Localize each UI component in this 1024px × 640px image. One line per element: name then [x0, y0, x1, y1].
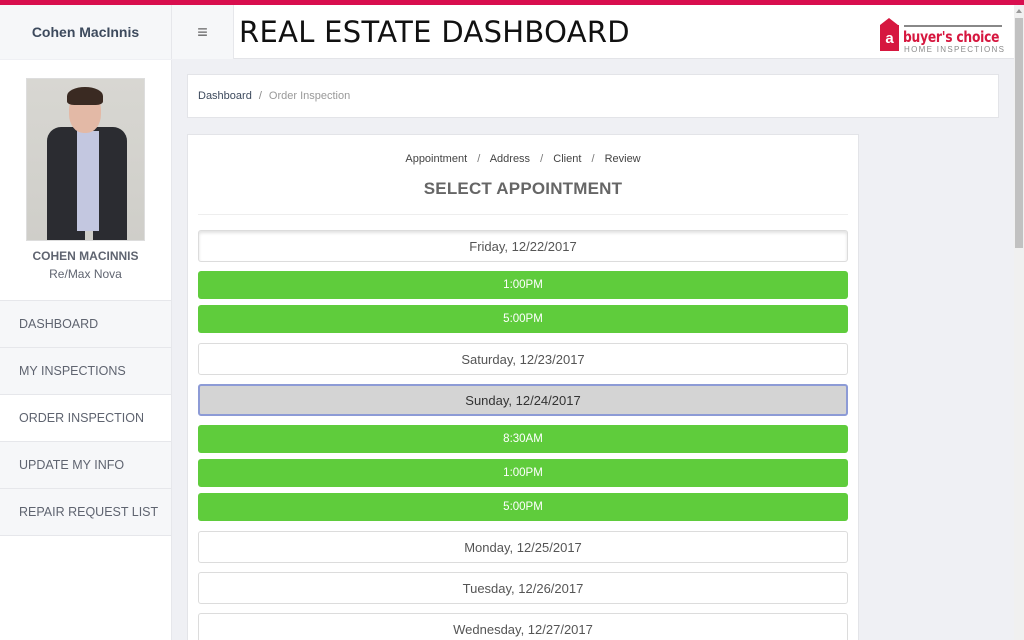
scrollbar-thumb[interactable] [1015, 18, 1023, 248]
step-separator: / [477, 153, 481, 165]
hamburger-icon: ≡ [197, 21, 208, 42]
appointment-card: Appointment / Address / Client / Review … [187, 134, 859, 640]
step-separator: / [591, 153, 595, 165]
sidebar-item-order-inspection[interactable]: ORDER INSPECTION [0, 395, 171, 442]
sidebar-item-my-inspections[interactable]: MY INSPECTIONS [0, 348, 171, 395]
wizard-steps: Appointment / Address / Client / Review [198, 153, 848, 165]
breadcrumb-current: Order Inspection [268, 90, 351, 102]
breadcrumb-dashboard-link[interactable]: Dashboard [198, 90, 252, 102]
sidebar-item-update-my-info[interactable]: UPDATE MY INFO [0, 442, 171, 489]
breadcrumb-separator: / [258, 90, 262, 102]
logo-house-icon: a [880, 18, 899, 52]
step-address[interactable]: Address [490, 153, 530, 165]
time-slot-button[interactable]: 1:00PM [198, 271, 848, 299]
sidebar: COHEN MACINNIS Re/Max Nova DASHBOARD MY … [0, 60, 172, 640]
step-client[interactable]: Client [553, 153, 581, 165]
sidebar-item-repair-request-list[interactable]: REPAIR REQUEST LIST [0, 489, 171, 536]
logo-subtitle: HOME INSPECTIONS [904, 45, 1006, 54]
scroll-up-icon[interactable] [1016, 9, 1022, 13]
time-slot-button[interactable]: 1:00PM [198, 459, 848, 487]
day-button-selected[interactable]: Sunday, 12/24/2017 [198, 384, 848, 416]
time-slot-button[interactable]: 5:00PM [198, 493, 848, 521]
sidebar-item-dashboard[interactable]: DASHBOARD [0, 301, 171, 348]
step-appointment[interactable]: Appointment [405, 153, 467, 165]
menu-toggle-button[interactable]: ≡ [172, 5, 234, 59]
page-scrollbar[interactable] [1014, 5, 1024, 640]
time-slot-button[interactable]: 5:00PM [198, 305, 848, 333]
step-review[interactable]: Review [605, 153, 641, 165]
profile-name: COHEN MACINNIS [32, 249, 139, 263]
step-separator: / [540, 153, 544, 165]
day-button[interactable]: Monday, 12/25/2017 [198, 531, 848, 563]
day-button[interactable]: Saturday, 12/23/2017 [198, 343, 848, 375]
time-slot-button[interactable]: 8:30AM [198, 425, 848, 453]
logo-brand-text: buyer's choice [903, 28, 1000, 46]
profile-photo [26, 78, 145, 241]
header: Cohen MacInnis ≡ REAL ESTATE DASHBOARD a… [0, 5, 1014, 59]
company-logo[interactable]: a buyer's choice HOME INSPECTIONS [878, 14, 1004, 54]
divider [198, 214, 848, 215]
day-button[interactable]: Wednesday, 12/27/2017 [198, 613, 848, 640]
header-user-name[interactable]: Cohen MacInnis [0, 5, 172, 59]
breadcrumb: Dashboard / Order Inspection [187, 74, 999, 118]
day-button[interactable]: Friday, 12/22/2017 [198, 230, 848, 262]
profile-organization: Re/Max Nova [49, 267, 122, 281]
day-button[interactable]: Tuesday, 12/26/2017 [198, 572, 848, 604]
profile-card: COHEN MACINNIS Re/Max Nova [0, 60, 171, 301]
logo-divider [904, 25, 1002, 27]
card-title: SELECT APPOINTMENT [423, 179, 623, 198]
